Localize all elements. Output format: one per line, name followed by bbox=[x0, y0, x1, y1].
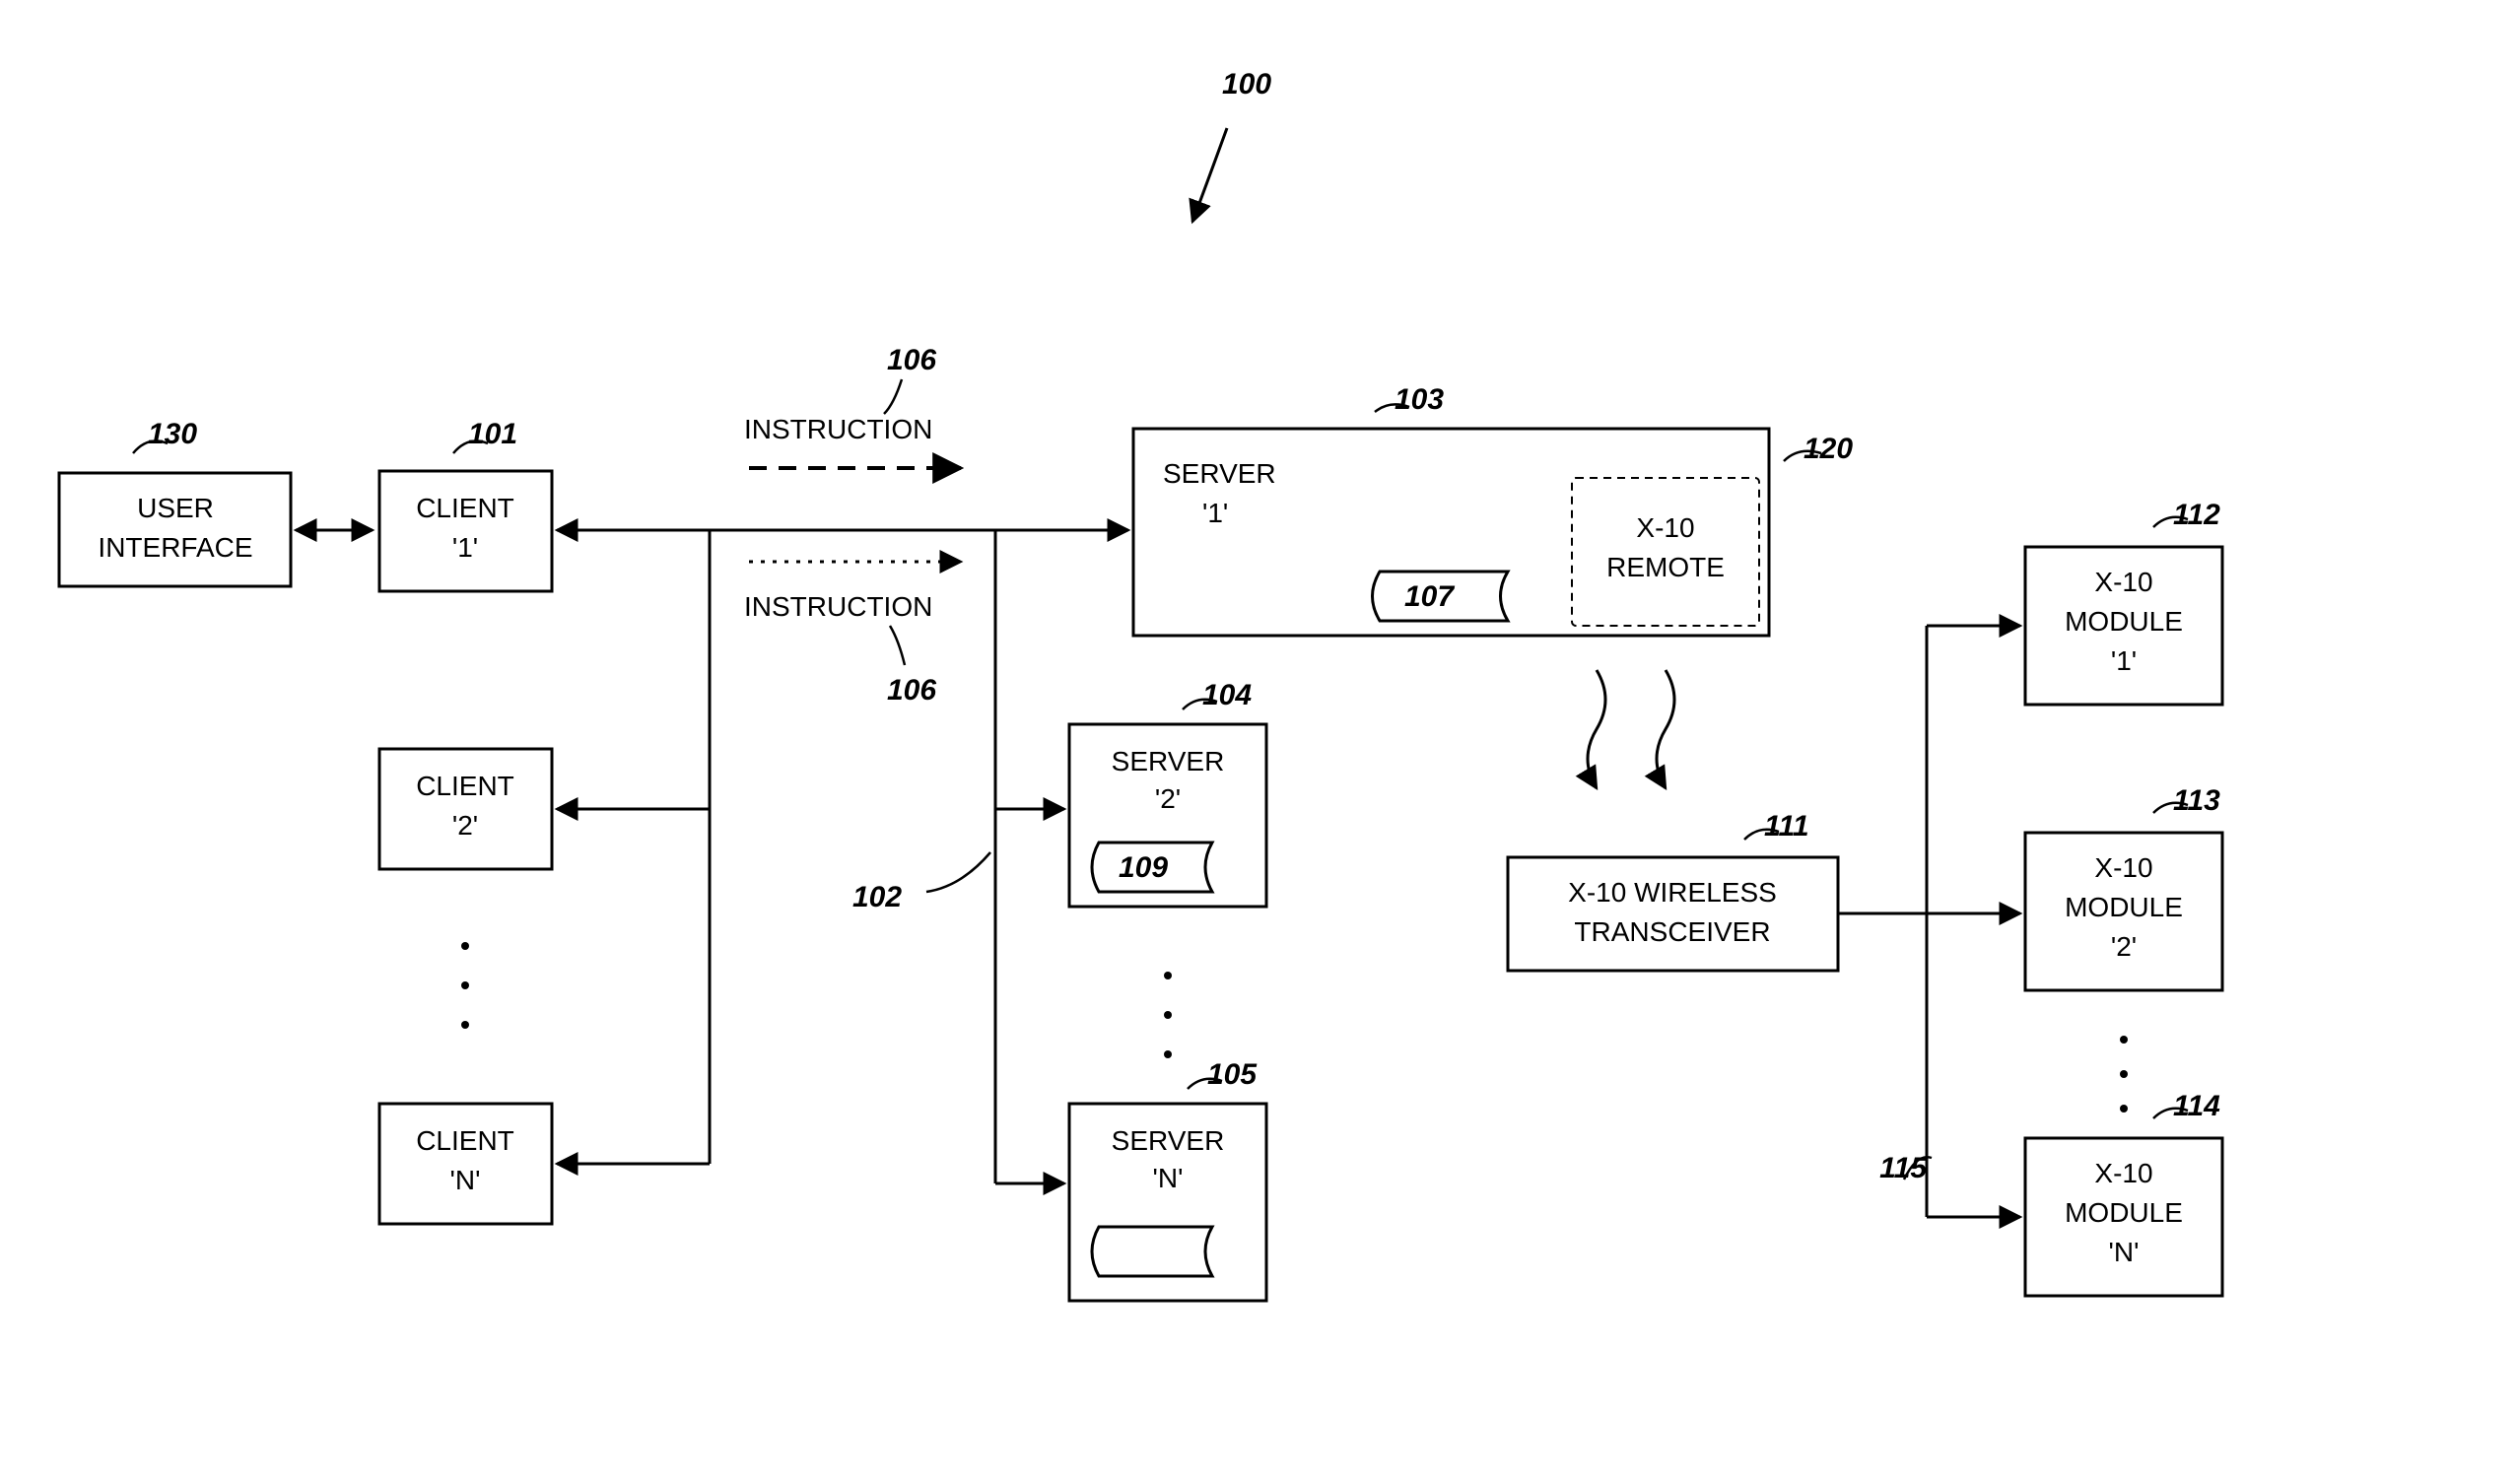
serverN-ref: 105 bbox=[1207, 1058, 1258, 1091]
server1-ref: 103 bbox=[1395, 383, 1444, 416]
client1-box bbox=[379, 471, 552, 591]
svg-text:X-10: X-10 bbox=[2094, 1158, 2152, 1188]
instruction-upper-ref: 106 bbox=[887, 344, 936, 376]
x10-moduleN-ref: 114 bbox=[2173, 1090, 2220, 1122]
svg-text:X-10: X-10 bbox=[2094, 567, 2152, 597]
svg-text:'1': '1' bbox=[452, 532, 478, 563]
svg-text:'1': '1' bbox=[2111, 645, 2137, 676]
ui-label-2: INTERFACE bbox=[98, 532, 252, 563]
instruction-lower-ref: 106 bbox=[887, 674, 936, 707]
x10-module2-ref: 113 bbox=[2173, 784, 2220, 817]
svg-text:CLIENT: CLIENT bbox=[416, 493, 514, 523]
client2-box bbox=[379, 749, 552, 869]
svg-text:SERVER: SERVER bbox=[1112, 746, 1225, 776]
bus-ref: 102 bbox=[852, 881, 902, 913]
figure-ref: 100 bbox=[1222, 68, 1271, 101]
server2-ref: 104 bbox=[1202, 679, 1252, 711]
svg-text:'N': 'N' bbox=[450, 1165, 481, 1195]
svg-text:'N': 'N' bbox=[1153, 1163, 1184, 1193]
svg-text:SERVER: SERVER bbox=[1112, 1125, 1225, 1156]
svg-text:MODULE: MODULE bbox=[2065, 892, 2183, 922]
svg-text:X-10: X-10 bbox=[1636, 512, 1694, 543]
svg-text:'N': 'N' bbox=[2109, 1237, 2140, 1267]
clientN-box bbox=[379, 1104, 552, 1224]
svg-text:MODULE: MODULE bbox=[2065, 606, 2183, 637]
svg-text:'2': '2' bbox=[2111, 931, 2137, 962]
svg-text:'2': '2' bbox=[1155, 783, 1181, 814]
svg-text:SERVER: SERVER bbox=[1163, 458, 1276, 489]
x10-transceiver-box bbox=[1508, 857, 1838, 971]
svg-text:TRANSCEIVER: TRANSCEIVER bbox=[1574, 916, 1770, 947]
user-interface-box bbox=[59, 473, 291, 586]
svg-text:X-10 WIRELESS: X-10 WIRELESS bbox=[1568, 877, 1777, 908]
client1-ref: 101 bbox=[468, 418, 517, 450]
svg-text:X-10: X-10 bbox=[2094, 852, 2152, 883]
instruction-lower-label: INSTRUCTION bbox=[744, 591, 932, 622]
module-bus-ref: 115 bbox=[1879, 1152, 1928, 1184]
svg-text:'2': '2' bbox=[452, 810, 478, 841]
system-diagram: 100 USER INTERFACE 130 CLIENT '1' 101 CL… bbox=[0, 0, 2518, 1484]
svg-text:REMOTE: REMOTE bbox=[1606, 552, 1725, 582]
svg-text:MODULE: MODULE bbox=[2065, 1197, 2183, 1228]
ui-label-1: USER bbox=[137, 493, 214, 523]
svg-text:CLIENT: CLIENT bbox=[416, 1125, 514, 1156]
serverN-inner bbox=[1092, 1227, 1212, 1276]
ui-ref: 130 bbox=[148, 418, 197, 450]
server2-inner-ref: 109 bbox=[1119, 851, 1168, 884]
instruction-upper-label: INSTRUCTION bbox=[744, 414, 932, 444]
x10-module1-ref: 112 bbox=[2173, 499, 2220, 531]
x10-remote-ref: 120 bbox=[1803, 433, 1853, 465]
server1-inner-ref: 107 bbox=[1404, 580, 1455, 613]
svg-text:CLIENT: CLIENT bbox=[416, 771, 514, 801]
x10-transceiver-ref: 111 bbox=[1764, 810, 1809, 843]
svg-text:'1': '1' bbox=[1202, 498, 1228, 528]
